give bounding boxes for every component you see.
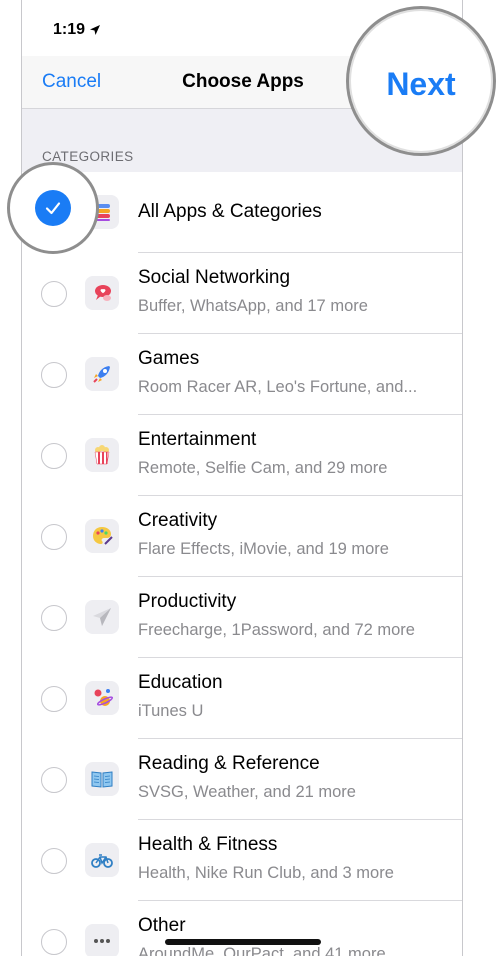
ellipsis-icon [85, 924, 119, 956]
selected-checkmark-callout[interactable] [7, 162, 99, 254]
category-title: Entertainment [138, 429, 257, 450]
selection-radio[interactable] [41, 605, 67, 631]
selection-radio[interactable] [41, 929, 67, 955]
next-button-callout[interactable]: Next [346, 6, 496, 156]
selection-radio[interactable] [41, 767, 67, 793]
category-title: Other [138, 915, 186, 936]
category-row-creativity[interactable]: Creativity Flare Effects, iMovie, and 19… [22, 496, 462, 577]
category-list: All Apps & Categories Social Networking … [22, 172, 462, 956]
category-row-reading-reference[interactable]: Reading & Reference SVSG, Weather, and 2… [22, 739, 462, 820]
location-arrow-icon [90, 25, 101, 35]
category-subtitle: Freecharge, 1Password, and 72 more [138, 621, 415, 639]
category-row-entertainment[interactable]: Entertainment Remote, Selfie Cam, and 29… [22, 415, 462, 496]
category-subtitle: iTunes U [138, 702, 204, 720]
rocket-icon [85, 357, 119, 391]
category-row-social-networking[interactable]: Social Networking Buffer, WhatsApp, and … [22, 253, 462, 334]
category-subtitle: Buffer, WhatsApp, and 17 more [138, 297, 368, 315]
category-title: All Apps & Categories [138, 201, 322, 222]
planets-icon [85, 681, 119, 715]
category-row-health-fitness[interactable]: Health & Fitness Health, Nike Run Club, … [22, 820, 462, 901]
next-callout-label: Next [386, 66, 456, 102]
popcorn-icon [85, 438, 119, 472]
category-title: Creativity [138, 510, 218, 531]
category-row-education[interactable]: Education iTunes U [22, 658, 462, 739]
category-row-productivity[interactable]: Productivity Freecharge, 1Password, and … [22, 577, 462, 658]
category-row-other[interactable]: Other AroundMe, OurPact, and 41 more [22, 901, 462, 956]
category-title: Reading & Reference [138, 753, 320, 774]
open-book-icon [85, 762, 119, 796]
home-indicator[interactable] [165, 939, 321, 945]
category-title: Health & Fitness [138, 834, 278, 855]
status-bar-time: 1:19 [53, 21, 101, 39]
category-subtitle: SVSG, Weather, and 21 more [138, 783, 356, 801]
selection-radio[interactable] [41, 524, 67, 550]
palette-icon [85, 519, 119, 553]
category-title: Education [138, 672, 223, 693]
category-title: Games [138, 348, 200, 369]
bicycle-icon [85, 843, 119, 877]
chat-bubbles-heart-icon [85, 276, 119, 310]
category-row-games[interactable]: Games Room Racer AR, Leo's Fortune, and.… [22, 334, 462, 415]
selection-radio[interactable] [41, 362, 67, 388]
selection-radio[interactable] [41, 281, 67, 307]
category-title: Social Networking [138, 267, 291, 288]
checkmark-icon [35, 190, 71, 226]
paper-plane-icon [85, 600, 119, 634]
selection-radio[interactable] [41, 848, 67, 874]
selection-radio[interactable] [41, 686, 67, 712]
category-subtitle: Health, Nike Run Club, and 3 more [138, 864, 394, 882]
category-subtitle: Room Racer AR, Leo's Fortune, and... [138, 378, 418, 396]
category-subtitle: Flare Effects, iMovie, and 19 more [138, 540, 389, 558]
category-subtitle: Remote, Selfie Cam, and 29 more [138, 459, 388, 477]
selection-radio[interactable] [41, 443, 67, 469]
category-subtitle: AroundMe, OurPact, and 41 more [138, 945, 386, 956]
category-title: Productivity [138, 591, 237, 612]
